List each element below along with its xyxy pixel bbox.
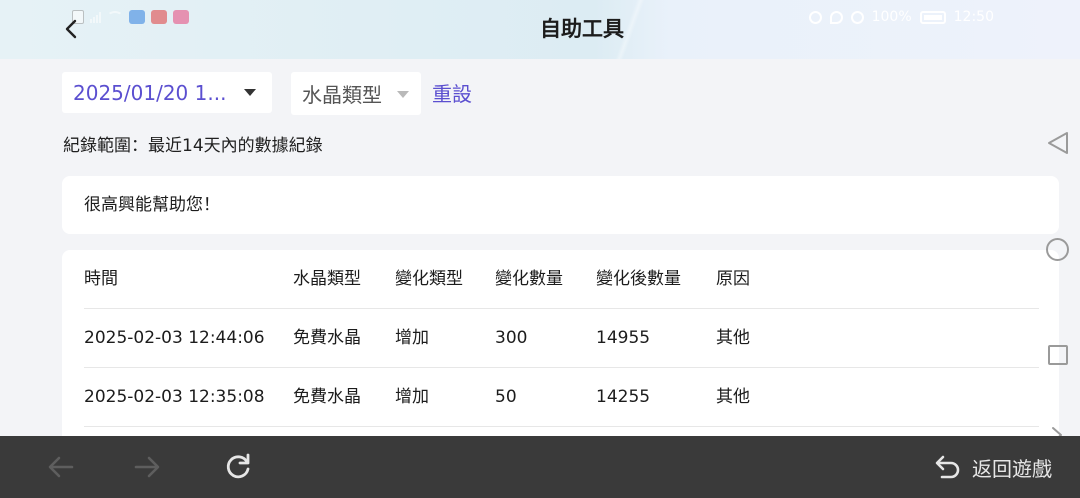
- reload-icon[interactable]: [223, 452, 253, 482]
- reset-button[interactable]: 重設: [432, 80, 472, 108]
- table-row: 2025-02-03 12:44:06 免費水晶 增加 300 14955 其他: [84, 309, 1039, 368]
- page-title: 自助工具: [540, 17, 624, 41]
- crystal-type-select[interactable]: 水晶類型: [291, 72, 421, 115]
- square-recent-icon[interactable]: [1048, 345, 1068, 365]
- cell-crystal-type: 免費水晶: [293, 387, 361, 407]
- cell-reason: 其他: [716, 328, 750, 348]
- arrow-left-icon[interactable]: [46, 452, 76, 482]
- return-to-game-label: 返回遊戲: [972, 456, 1052, 481]
- date-range-select[interactable]: 2025/01/20 1...: [62, 72, 272, 113]
- crystal-type-placeholder: 水晶類型: [302, 83, 382, 107]
- caret-down-icon: [397, 91, 409, 98]
- header-time: 時間: [84, 269, 118, 289]
- help-message: 很高興能幫助您！: [84, 195, 220, 215]
- cell-amount-after: 14955: [596, 328, 651, 348]
- header-change-amount: 變化數量: [495, 269, 563, 289]
- header-amount-after: 變化後數量: [596, 269, 681, 289]
- cell-time: 2025-02-03 12:35:08: [84, 387, 265, 407]
- table-row: 2025-02-03 12:35:08 免費水晶 增加 50 14255 其他: [84, 368, 1039, 427]
- cell-change-type: 增加: [395, 328, 429, 348]
- cell-crystal-type: 免費水晶: [293, 328, 361, 348]
- cell-time: 2025-02-03 12:44:06: [84, 328, 265, 348]
- return-to-game-button[interactable]: 返回遊戲: [934, 452, 1052, 482]
- browser-toolbar: 返回遊戲: [0, 436, 1080, 498]
- return-arrow-icon: [935, 455, 960, 479]
- circle-home-icon[interactable]: [1046, 238, 1069, 261]
- message-card: 很高興能幫助您！: [62, 176, 1059, 234]
- date-range-value: 2025/01/20 1...: [73, 80, 227, 105]
- header-change-type: 變化類型: [395, 269, 463, 289]
- app-header: 100% 12:50 自助工具: [0, 0, 1080, 59]
- caret-down-icon: [244, 89, 256, 96]
- cell-change-amount: 300: [495, 328, 528, 348]
- header-crystal-type: 水晶類型: [293, 269, 361, 289]
- header-reason: 原因: [716, 269, 750, 289]
- cell-change-type: 增加: [395, 387, 429, 407]
- cell-reason: 其他: [716, 387, 750, 407]
- crystal-record-table: 時間 水晶類型 變化類型 變化數量 變化後數量 原因 2025-02-03 12…: [62, 250, 1059, 450]
- triangle-back-icon[interactable]: [1045, 131, 1071, 155]
- cell-amount-after: 14255: [596, 387, 651, 407]
- record-range-note: 紀錄範圍：最近14天內的數據紀錄: [63, 136, 323, 156]
- arrow-right-icon[interactable]: [132, 452, 162, 482]
- cell-change-amount: 50: [495, 387, 517, 407]
- table-header: 時間 水晶類型 變化類型 變化數量 變化後數量 原因: [84, 250, 1039, 309]
